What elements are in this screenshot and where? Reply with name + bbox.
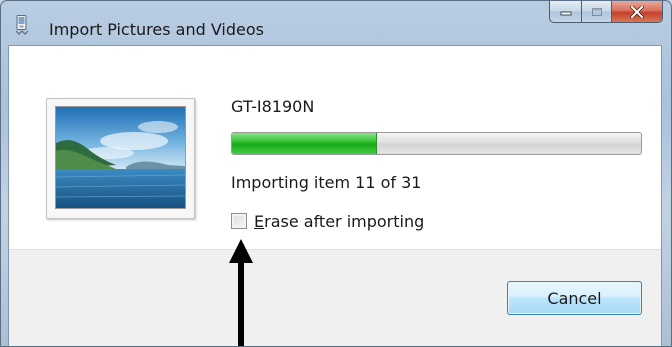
window-title: Import Pictures and Videos [49,20,264,39]
camera-device-icon [15,15,29,35]
erase-checkbox[interactable] [231,213,247,229]
dialog-content: GT-I8190N Importing item 11 of 31 Erase … [8,45,662,346]
minimize-icon [560,11,571,15]
title-bar[interactable]: Import Pictures and Videos [1,1,671,45]
erase-checkbox-label[interactable]: Erase after importing [254,212,424,231]
preview-thumbnail [46,98,195,219]
close-icon [630,5,644,18]
minimize-button[interactable] [549,1,581,23]
cancel-button[interactable]: Cancel [507,281,642,315]
import-dialog-window: Import Pictures and Videos GT-I8190N Imp… [0,0,672,347]
maximize-button[interactable] [581,1,611,23]
annotation-arrow [229,239,253,346]
caption-buttons [549,1,663,23]
maximize-icon [591,7,602,16]
close-button[interactable] [611,1,663,23]
erase-after-importing-option[interactable]: Erase after importing [231,210,424,232]
progress-fill [232,133,378,154]
device-name: GT-I8190N [231,97,315,116]
landscape-picture-icon [55,106,186,209]
import-status-text: Importing item 11 of 31 [231,173,422,192]
import-progress-bar [231,132,642,155]
